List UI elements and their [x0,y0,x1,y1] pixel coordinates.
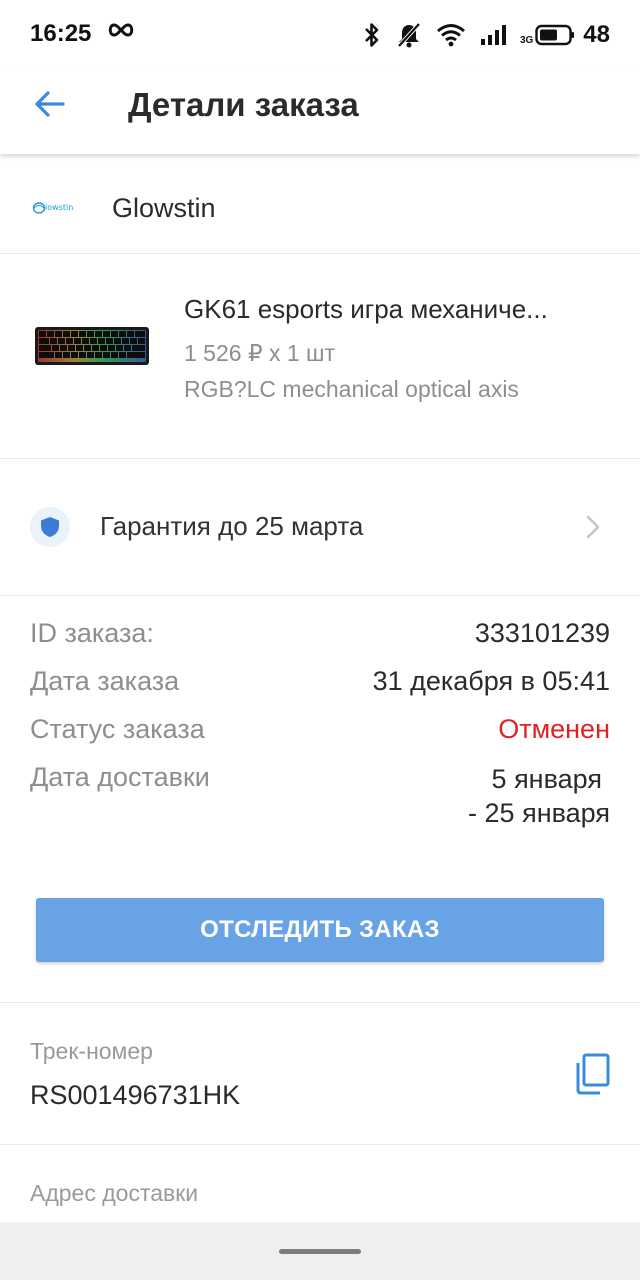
status-time: 16:25 [30,20,92,47]
back-button[interactable] [28,84,72,128]
detail-row-delivery: Дата доставки 5 января - 25 января [0,754,640,828]
network-type: 3G [519,35,534,46]
detail-row-order-date: Дата заказа 31 декабря в 05:41 [0,658,640,706]
divider [0,1144,640,1145]
product-title: GK61 esports игра механиче... [184,294,548,324]
battery-percent: 48 [583,21,610,48]
delivery-end: - 25 января [468,798,610,828]
arrow-left-icon [34,90,66,123]
seller-row[interactable]: lowstin Glowstin [0,155,640,254]
seller-logo: lowstin [32,199,80,215]
status-value: Отменен [498,714,610,744]
product-price-qty: 1 526 ₽ x 1 шт [184,340,336,366]
divider [0,1002,640,1003]
tracking-label: Трек-номер [30,1038,153,1064]
svg-text:lowstin: lowstin [45,203,73,212]
order-date-value: 31 декабря в 05:41 [372,666,610,696]
delivery-value: 5 января - 25 января [468,762,610,830]
shield-icon [30,507,70,547]
infinity-icon [106,22,136,43]
wifi-icon [436,23,466,47]
app-bar: Детали заказа [0,68,640,154]
order-details: ID заказа: 333101239 Дата заказа 31 дека… [0,610,640,828]
product-item[interactable]: GK61 esports игра механиче... 1 526 ₽ x … [0,254,640,459]
order-date-label: Дата заказа [30,666,180,696]
signal-icon [480,24,506,46]
product-image [34,326,150,366]
delivery-start: 5 января [491,764,602,794]
tracking-number: RS001496731HK [30,1080,241,1110]
delivery-label: Дата доставки [30,762,210,792]
home-handle[interactable] [279,1249,361,1254]
status-label: Статус заказа [30,714,205,744]
chevron-right-icon [586,515,600,544]
copy-icon[interactable] [572,1052,612,1096]
track-order-button[interactable]: ОТСЛЕДИТЬ ЗАКАЗ [36,898,604,962]
warranty-text: Гарантия до 25 марта [100,511,364,541]
warranty-row[interactable]: Гарантия до 25 марта [0,459,640,596]
product-variant: RGB?LC mechanical optical axis [184,376,519,402]
status-bar: 16:25 3G 48 [0,0,640,68]
detail-row-order-id: ID заказа: 333101239 [0,610,640,658]
detail-row-status: Статус заказа Отменен [0,706,640,754]
system-nav-bar [0,1222,640,1280]
seller-name: Glowstin [112,193,216,223]
page-title: Детали заказа [128,86,359,123]
battery-icon [535,24,575,46]
bell-muted-icon [396,22,422,48]
order-id-value: 333101239 [474,618,610,648]
order-id-label: ID заказа: [30,618,154,648]
bluetooth-icon [362,22,382,48]
address-label: Адрес доставки [30,1180,199,1206]
